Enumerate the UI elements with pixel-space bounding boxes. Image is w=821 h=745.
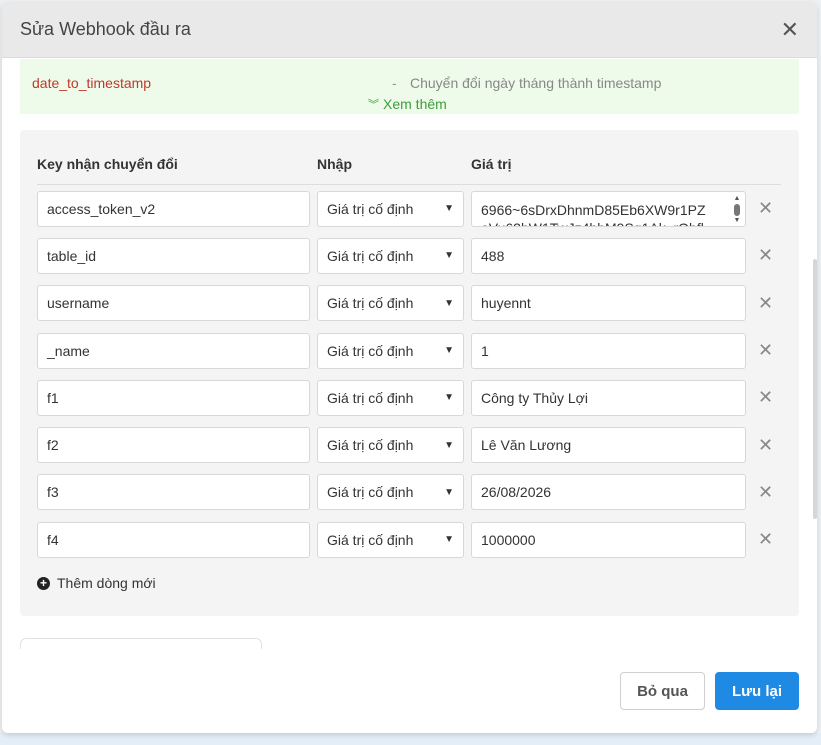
table-row: f2 Giá trị cố định ▼ Lê Văn Lương ✕ xyxy=(37,421,781,468)
table-row: access_token_v2 Giá trị cố định ▼ 6966~6… xyxy=(37,185,781,232)
key-input[interactable]: table_id xyxy=(37,237,310,274)
arrow-up-icon: ▲ xyxy=(733,194,741,202)
remove-row-icon[interactable]: ✕ xyxy=(758,529,773,550)
next-section-card xyxy=(20,638,262,649)
table-row: table_id Giá trị cố định ▼ 488 ✕ xyxy=(37,232,781,279)
header-value: Giá trị xyxy=(471,156,512,172)
helper-box: date_to_timestamp - Chuyển đổi ngày thán… xyxy=(20,59,799,114)
input-type-select[interactable]: Giá trị cố định ▼ xyxy=(317,521,464,558)
key-input[interactable]: access_token_v2 xyxy=(37,190,310,227)
chevron-down-icon: ▼ xyxy=(444,345,454,357)
input-type-label: Giá trị cố định xyxy=(327,247,414,264)
header-input: Nhập xyxy=(317,156,352,172)
see-more-label: Xem thêm xyxy=(383,96,447,112)
value-textarea[interactable]: 6966~6sDrxDhnmD85Eb6XW9r1PZ eVu62hW1TwJz… xyxy=(471,190,746,227)
helper-key: date_to_timestamp xyxy=(32,75,152,91)
input-type-select[interactable]: Giá trị cố định ▼ xyxy=(317,474,464,511)
remove-row-icon[interactable]: ✕ xyxy=(758,198,773,219)
modal-footer: Bỏ qua Lưu lại xyxy=(2,649,817,733)
helper-row: date_to_timestamp - Chuyển đổi ngày thán… xyxy=(32,75,787,91)
plus-circle-icon: + xyxy=(37,576,50,590)
chevron-down-icon: ▼ xyxy=(444,534,454,546)
input-type-select[interactable]: Giá trị cố định ▼ xyxy=(317,427,464,464)
key-input[interactable]: f2 xyxy=(37,427,310,464)
remove-row-icon[interactable]: ✕ xyxy=(758,435,773,456)
value-input[interactable]: huyennt xyxy=(471,285,746,322)
value-input[interactable]: 26/08/2026 xyxy=(471,474,746,511)
table-row: f3 Giá trị cố định ▼ 26/08/2026 ✕ xyxy=(37,469,781,516)
input-type-select[interactable]: Giá trị cố định ▼ xyxy=(317,190,464,227)
key-input[interactable]: f4 xyxy=(37,521,310,558)
modal-scrollbar[interactable] xyxy=(813,259,817,519)
remove-row-icon[interactable]: ✕ xyxy=(758,387,773,408)
arrow-down-icon: ▼ xyxy=(733,216,741,224)
input-type-select[interactable]: Giá trị cố định ▼ xyxy=(317,379,464,416)
see-more-link[interactable]: ︾ Xem thêm xyxy=(368,96,447,112)
input-type-label: Giá trị cố định xyxy=(327,200,414,217)
value-input[interactable]: 1 xyxy=(471,332,746,369)
helper-description: Chuyển đổi ngày tháng thành timestamp xyxy=(410,75,662,91)
cancel-button[interactable]: Bỏ qua xyxy=(620,672,705,710)
helper-dash: - xyxy=(392,75,397,91)
remove-row-icon[interactable]: ✕ xyxy=(758,245,773,266)
close-icon[interactable]: ✕ xyxy=(781,18,799,41)
table-row: f1 Giá trị cố định ▼ Công ty Thủy Lợi ✕ xyxy=(37,374,781,421)
remove-row-icon[interactable]: ✕ xyxy=(758,340,773,361)
value-input[interactable]: Công ty Thủy Lợi xyxy=(471,379,746,416)
scroll-thumb[interactable] xyxy=(734,203,740,216)
input-type-select[interactable]: Giá trị cố định ▼ xyxy=(317,237,464,274)
textarea-scrollbar[interactable]: ▲ ▼ xyxy=(733,195,741,225)
chevron-down-icon: ▼ xyxy=(444,486,454,498)
input-type-label: Giá trị cố định xyxy=(327,342,414,359)
modal-body[interactable]: date_to_timestamp - Chuyển đổi ngày thán… xyxy=(2,59,817,649)
modal-title: Sửa Webhook đầu ra xyxy=(20,19,191,39)
input-type-select[interactable]: Giá trị cố định ▼ xyxy=(317,285,464,322)
input-type-label: Giá trị cố định xyxy=(327,295,414,312)
input-type-label: Giá trị cố định xyxy=(327,437,414,454)
value-input[interactable]: 1000000 xyxy=(471,521,746,558)
remove-row-icon[interactable]: ✕ xyxy=(758,293,773,314)
value-input[interactable]: Lê Văn Lương xyxy=(471,427,746,464)
value-line: eVu62hW1TwJz4hbM9Sq1Ak_rOhfl xyxy=(481,219,736,226)
chevron-down-icon: ▼ xyxy=(444,203,454,215)
table-row: _name Giá trị cố định ▼ 1 ✕ xyxy=(37,327,781,374)
mapping-card: Key nhận chuyển đổi Nhập Giá trị access_… xyxy=(20,130,799,616)
remove-row-icon[interactable]: ✕ xyxy=(758,482,773,503)
table-header: Key nhận chuyển đổi Nhập Giá trị xyxy=(37,144,781,185)
table-row: f4 Giá trị cố định ▼ 1000000 ✕ xyxy=(37,516,781,563)
key-input[interactable]: f3 xyxy=(37,474,310,511)
input-type-label: Giá trị cố định xyxy=(327,531,414,548)
value-input[interactable]: 488 xyxy=(471,237,746,274)
add-row-button[interactable]: + Thêm dòng mới xyxy=(37,575,781,591)
edit-webhook-modal: Sửa Webhook đầu ra ✕ date_to_timestamp -… xyxy=(2,2,817,733)
chevron-down-icon: ▼ xyxy=(444,392,454,404)
chevron-down-icon: ▼ xyxy=(444,297,454,309)
input-type-label: Giá trị cố định xyxy=(327,389,414,406)
header-key: Key nhận chuyển đổi xyxy=(37,156,178,172)
chevron-down-icon: ▼ xyxy=(444,439,454,451)
double-chevron-down-icon: ︾ xyxy=(368,99,379,111)
page-backdrop xyxy=(0,733,821,745)
table-row: username Giá trị cố định ▼ huyennt ✕ xyxy=(37,280,781,327)
key-input[interactable]: f1 xyxy=(37,379,310,416)
save-button[interactable]: Lưu lại xyxy=(715,672,799,710)
chevron-down-icon: ▼ xyxy=(444,250,454,262)
input-type-label: Giá trị cố định xyxy=(327,484,414,501)
value-line: 6966~6sDrxDhnmD85Eb6XW9r1PZ xyxy=(481,201,706,218)
add-row-label: Thêm dòng mới xyxy=(57,575,156,592)
key-input[interactable]: username xyxy=(37,285,310,322)
input-type-select[interactable]: Giá trị cố định ▼ xyxy=(317,332,464,369)
key-input[interactable]: _name xyxy=(37,332,310,369)
modal-header: Sửa Webhook đầu ra ✕ xyxy=(2,2,817,58)
